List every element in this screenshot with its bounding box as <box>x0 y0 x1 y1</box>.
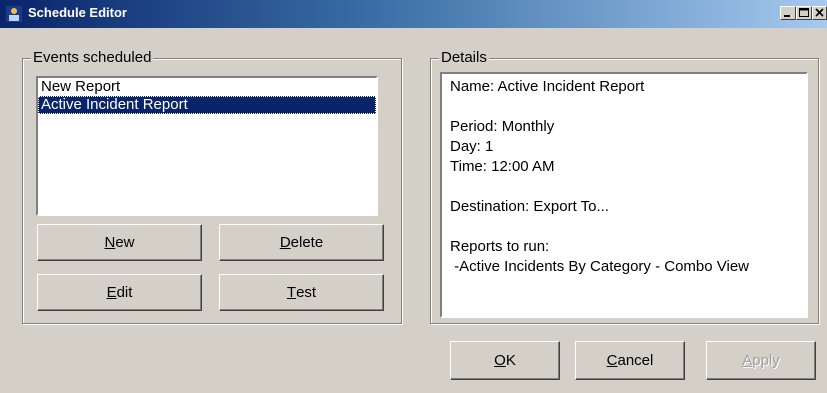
test-button[interactable]: Test <box>219 274 384 311</box>
detail-name: Name: Active Incident Report <box>450 78 645 95</box>
delete-button[interactable]: Delete <box>219 224 384 261</box>
cancel-label: ancel <box>617 352 654 369</box>
delete-label: elete <box>290 234 324 251</box>
minimize-button[interactable] <box>780 6 796 20</box>
detail-time: Time: 12:00 AM <box>450 158 555 175</box>
edit-mnemonic: E <box>106 284 117 301</box>
list-item[interactable]: New Report <box>38 78 376 96</box>
window-title: Schedule Editor <box>28 5 127 20</box>
ok-mnemonic: O <box>494 352 506 369</box>
ok-button[interactable]: OK <box>450 341 560 380</box>
cancel-mnemonic: C <box>606 352 618 369</box>
events-listbox[interactable]: New Report Active Incident Report <box>36 76 378 216</box>
detail-report-item: -Active Incidents By Category - Combo Vi… <box>450 258 750 275</box>
new-button[interactable]: New <box>37 224 202 261</box>
maximize-button[interactable] <box>796 6 812 20</box>
close-icon <box>815 8 824 17</box>
detail-reports-header: Reports to run: <box>450 238 550 255</box>
new-label: ew <box>115 234 135 251</box>
cancel-button[interactable]: Cancel <box>575 341 685 380</box>
apply-mnemonic: A <box>742 352 753 369</box>
close-button[interactable] <box>812 6 827 20</box>
test-mnemonic: T <box>286 284 297 301</box>
new-mnemonic: N <box>104 234 116 251</box>
events-scheduled-label: Events scheduled <box>31 49 154 66</box>
ok-label: K <box>505 352 516 369</box>
list-item-selected[interactable]: Active Incident Report <box>38 96 376 114</box>
minimize-icon <box>784 15 790 17</box>
apply-label: pply <box>752 352 780 369</box>
detail-spacer <box>450 97 798 117</box>
detail-spacer <box>450 217 798 237</box>
app-icon <box>6 6 22 22</box>
details-panel: Name: Active Incident Report Period: Mon… <box>440 72 808 318</box>
schedule-editor-window: Schedule Editor Events scheduled New Rep… <box>0 0 827 393</box>
edit-label: dit <box>116 284 133 301</box>
detail-spacer <box>450 177 798 197</box>
title-bar[interactable]: Schedule Editor <box>0 0 827 28</box>
delete-mnemonic: D <box>279 234 291 251</box>
detail-destination: Destination: Export To... <box>450 198 609 215</box>
edit-button[interactable]: Edit <box>37 274 202 311</box>
maximize-icon <box>799 8 809 17</box>
detail-period: Period: Monthly <box>450 118 555 135</box>
apply-button[interactable]: Apply <box>706 341 816 380</box>
details-label: Details <box>439 49 489 66</box>
test-label: est <box>296 284 317 301</box>
detail-day: Day: 1 <box>450 138 494 155</box>
